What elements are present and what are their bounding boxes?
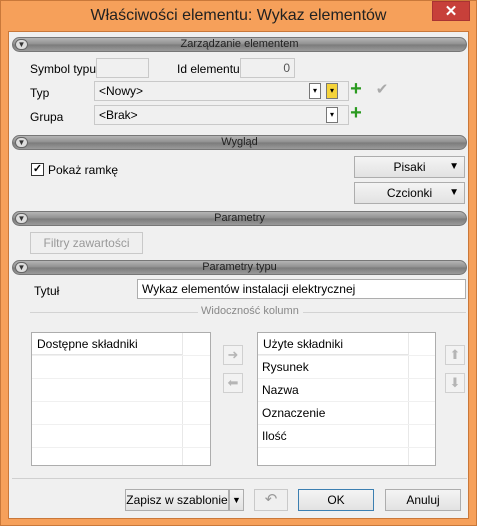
save-template-button[interactable]: Zapisz w szablonie (125, 489, 229, 511)
row-divider (32, 447, 210, 448)
available-components-header: Dostępne składniki (32, 333, 182, 355)
arrow-up-icon[interactable]: ⬆ (445, 345, 465, 365)
arrow-left-icon[interactable]: ⬅ (223, 373, 243, 393)
chevron-down-icon: ▼ (449, 161, 459, 172)
group-select[interactable]: <Brak> (94, 105, 349, 125)
fonts-button[interactable]: Czcionki ▼ (354, 182, 465, 204)
select-type-icon[interactable]: ▾ (309, 83, 321, 99)
show-frame-checkbox[interactable]: ✓ (31, 163, 44, 176)
used-item-ilosc[interactable]: Ilość (262, 429, 287, 443)
chevron-down-icon: ▼ (232, 495, 241, 505)
show-frame-label: Pokaż ramkę (48, 163, 119, 177)
pens-button[interactable]: Pisaki ▼ (354, 156, 465, 178)
id-label: Id elementu (177, 62, 240, 76)
pens-button-label: Pisaki (393, 160, 426, 174)
cancel-button[interactable]: Anuluj (385, 489, 461, 511)
row-divider (32, 401, 210, 402)
divider (303, 312, 466, 313)
row-divider (258, 355, 435, 356)
available-components-list[interactable]: Dostępne składniki (31, 332, 211, 466)
section-type-parameters-label: Parametry typu (202, 261, 277, 273)
save-template-dropdown[interactable]: ▼ (229, 489, 244, 511)
section-management[interactable]: ▼ Zarządzanie elementem (12, 37, 467, 52)
symbol-label: Symbol typu (30, 62, 97, 76)
divider (30, 312, 198, 313)
used-item-oznaczenie[interactable]: Oznaczenie (262, 406, 325, 420)
row-divider (258, 401, 435, 402)
type-label: Typ (30, 86, 50, 100)
arrow-right-icon[interactable]: ➜ (223, 345, 243, 365)
content-filters-button[interactable]: Filtry zawartości (30, 232, 143, 254)
undo-icon[interactable]: ↶ (254, 489, 288, 511)
add-group-plus-icon[interactable]: + (347, 103, 365, 123)
ok-button[interactable]: OK (298, 489, 374, 511)
select-group-icon[interactable]: ▾ (326, 107, 338, 123)
section-parameters[interactable]: ▼ Parametry (12, 211, 467, 226)
properties-window: Właściwości elementu: Wykaz elementów ✕ … (0, 0, 477, 526)
row-divider (258, 447, 435, 448)
section-appearance-label: Wygląd (221, 136, 258, 148)
used-item-rysunek[interactable]: Rysunek (262, 360, 309, 374)
window-title: Właściwości elementu: Wykaz elementów (90, 7, 387, 24)
row-divider (258, 424, 435, 425)
chevron-down-icon: ▼ (449, 187, 459, 198)
used-components-list[interactable]: Użyte składniki Rysunek Nazwa Oznaczenie… (257, 332, 436, 466)
apply-type-check-icon[interactable]: ✔ (373, 81, 391, 99)
column-divider (408, 333, 409, 465)
id-field: 0 (240, 58, 295, 78)
group-label: Grupa (30, 110, 64, 124)
title-label: Tytuł (34, 284, 60, 298)
section-management-label: Zarządzanie elementem (180, 38, 299, 50)
row-divider (32, 424, 210, 425)
used-components-header: Użyte składniki (258, 333, 408, 355)
close-button[interactable]: ✕ (432, 1, 470, 21)
fonts-button-label: Czcionki (386, 186, 433, 200)
title-bar: Właściwości elementu: Wykaz elementów ✕ (1, 1, 476, 31)
arrow-down-icon[interactable]: ⬇ (445, 373, 465, 393)
section-parameters-label: Parametry (214, 212, 265, 224)
symbol-field (96, 58, 149, 78)
row-divider (32, 355, 210, 356)
row-divider (32, 378, 210, 379)
column-visibility-label: Widoczność kolumn (201, 305, 299, 317)
section-type-parameters[interactable]: ▼ Parametry typu (12, 260, 467, 275)
column-divider (182, 333, 183, 465)
row-divider (258, 378, 435, 379)
footer-divider (12, 478, 467, 479)
used-item-nazwa[interactable]: Nazwa (262, 383, 299, 397)
type-library-icon[interactable]: ▾ (326, 83, 338, 99)
add-type-plus-icon[interactable]: + (347, 79, 365, 99)
title-input[interactable]: Wykaz elementów instalacji elektrycznej (137, 279, 466, 299)
dialog-body: ▼ Zarządzanie elementem Symbol typu Id e… (8, 31, 469, 519)
section-appearance[interactable]: ▼ Wygląd (12, 135, 467, 150)
